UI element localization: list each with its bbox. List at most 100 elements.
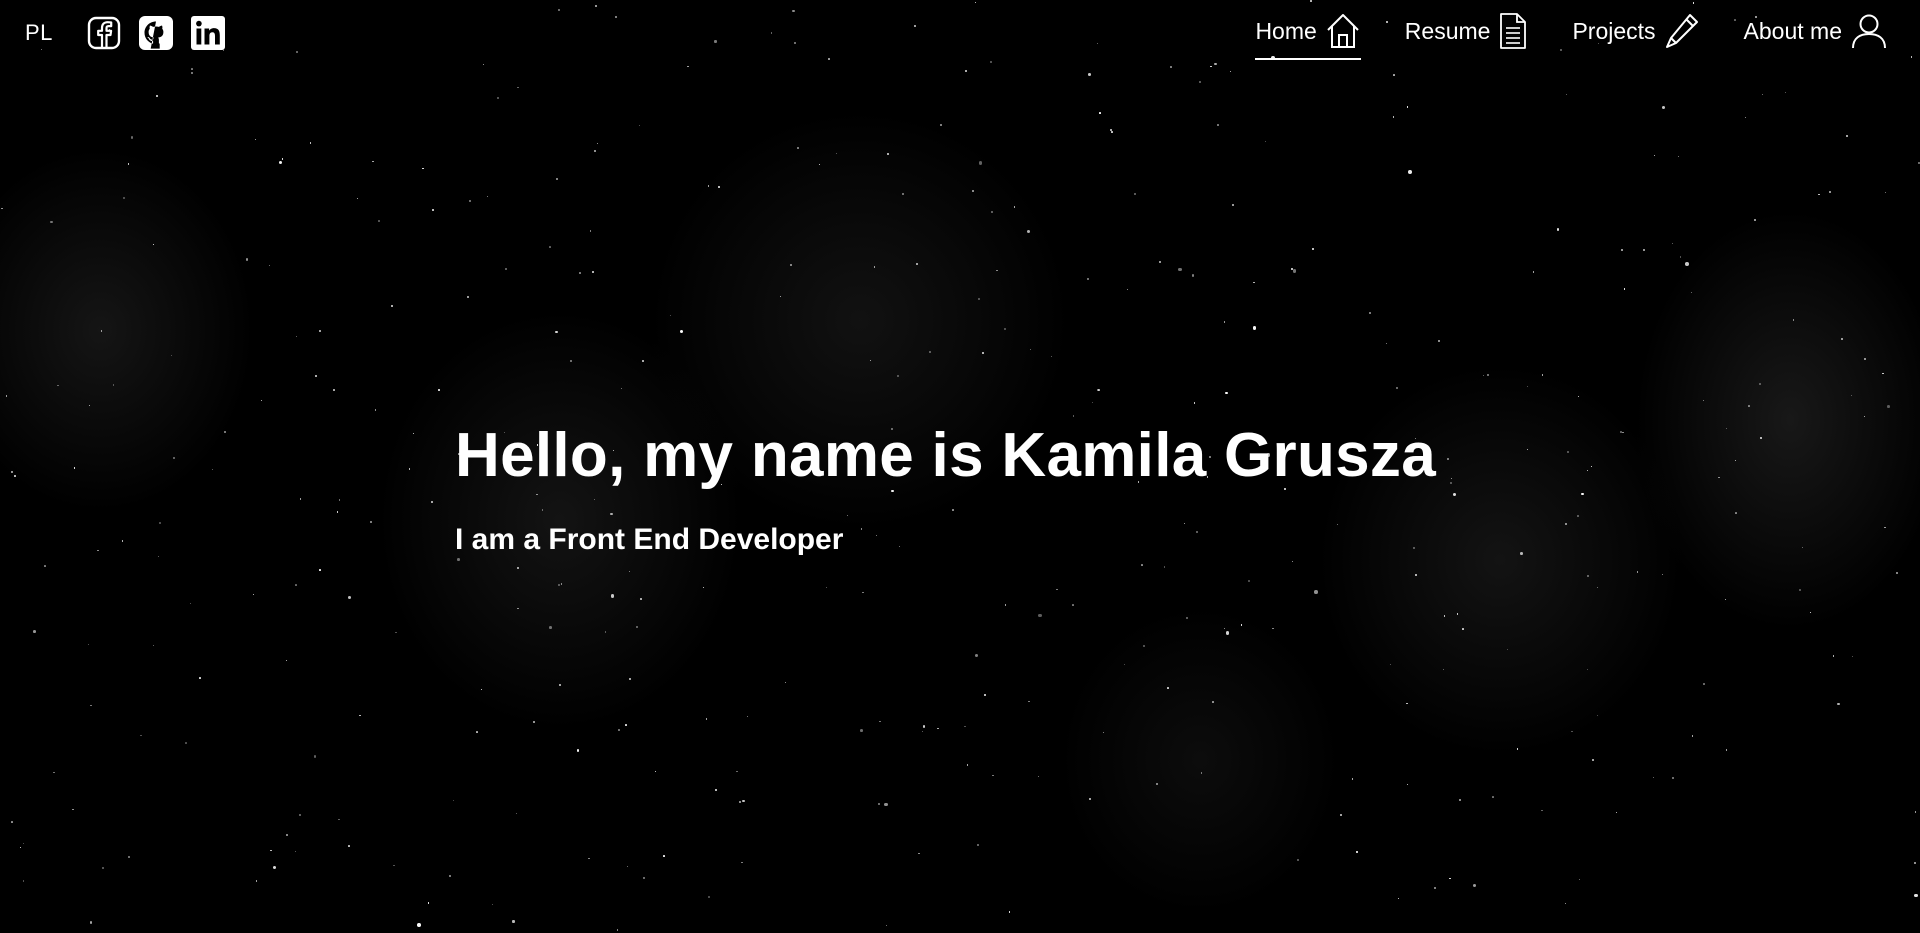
- star: [1516, 747, 1519, 750]
- star: [254, 139, 257, 141]
- star: [916, 262, 918, 265]
- linkedin-link[interactable]: [190, 15, 226, 51]
- star: [1785, 91, 1787, 93]
- star: [642, 360, 645, 363]
- star: [1685, 262, 1690, 266]
- star: [395, 631, 397, 634]
- star: [185, 742, 188, 745]
- star: [1091, 402, 1093, 404]
- star: [747, 716, 749, 718]
- star: [416, 922, 421, 927]
- star: [191, 67, 194, 70]
- star: [972, 189, 975, 192]
- star: [982, 352, 985, 355]
- star: [1406, 783, 1409, 786]
- star: [594, 149, 597, 152]
- star: [560, 583, 563, 585]
- star: [468, 200, 471, 203]
- star: [1226, 631, 1230, 635]
- star: [1761, 94, 1763, 96]
- star: [1123, 664, 1125, 666]
- star: [1622, 431, 1624, 434]
- star: [604, 630, 607, 633]
- star: [784, 681, 786, 683]
- star: [1088, 73, 1091, 76]
- star: [427, 902, 430, 904]
- nav-home[interactable]: Home: [1255, 12, 1362, 60]
- star: [1415, 573, 1418, 576]
- star: [298, 814, 301, 817]
- star: [369, 520, 372, 523]
- star: [314, 375, 317, 378]
- star: [1398, 898, 1400, 900]
- star: [555, 177, 558, 181]
- star: [318, 329, 321, 332]
- star: [1386, 342, 1388, 345]
- star: [789, 263, 792, 266]
- star: [189, 602, 191, 604]
- nav-resume[interactable]: Resume: [1405, 12, 1529, 54]
- star: [152, 243, 154, 245]
- star: [643, 877, 645, 879]
- star: [517, 567, 520, 570]
- nav-home-label: Home: [1255, 17, 1317, 44]
- star: [873, 266, 876, 268]
- star: [1143, 645, 1146, 648]
- star: [152, 644, 154, 647]
- star: [1156, 783, 1159, 786]
- star: [1026, 229, 1030, 233]
- star: [1406, 702, 1408, 704]
- star: [1691, 735, 1694, 737]
- star: [1449, 481, 1453, 485]
- star: [456, 558, 460, 562]
- star: [1390, 663, 1392, 666]
- star: [1623, 288, 1626, 290]
- star: [97, 549, 99, 552]
- star: [393, 864, 395, 867]
- star: [654, 770, 657, 773]
- star: [285, 833, 288, 836]
- star: [1450, 477, 1452, 480]
- star: [20, 847, 22, 849]
- star: [1734, 460, 1737, 462]
- star: [877, 803, 880, 805]
- star: [422, 167, 425, 170]
- star: [480, 689, 482, 691]
- star: [53, 771, 56, 774]
- star: [1292, 561, 1294, 563]
- language-switch[interactable]: PL: [25, 20, 53, 46]
- star: [639, 124, 641, 127]
- star: [286, 660, 288, 662]
- star: [1406, 106, 1409, 108]
- github-link[interactable]: [138, 15, 174, 51]
- star: [884, 802, 888, 807]
- star: [549, 245, 552, 248]
- nav-about[interactable]: About me: [1744, 12, 1888, 54]
- star: [1392, 116, 1395, 118]
- star: [555, 330, 558, 334]
- nav-projects-label: Projects: [1572, 17, 1656, 44]
- star: [1038, 775, 1040, 778]
- star: [1029, 348, 1032, 351]
- star: [1340, 814, 1343, 817]
- star: [1200, 772, 1203, 774]
- star: [1702, 399, 1705, 401]
- star: [629, 677, 632, 680]
- star: [199, 677, 201, 679]
- hero: Hello, my name is Kamila Grusza I am a F…: [455, 420, 1436, 557]
- star: [5, 394, 8, 397]
- facebook-link[interactable]: [86, 15, 122, 51]
- nav-projects[interactable]: Projects: [1572, 12, 1699, 54]
- star: [1526, 385, 1528, 387]
- star: [1661, 573, 1664, 575]
- star: [516, 86, 519, 89]
- star: [1581, 493, 1584, 496]
- star: [1, 207, 3, 210]
- star: [1247, 579, 1250, 582]
- star: [1863, 416, 1865, 418]
- star: [1578, 395, 1580, 397]
- star: [708, 185, 710, 187]
- star: [1596, 586, 1599, 589]
- star: [1652, 776, 1654, 779]
- star: [1792, 319, 1794, 321]
